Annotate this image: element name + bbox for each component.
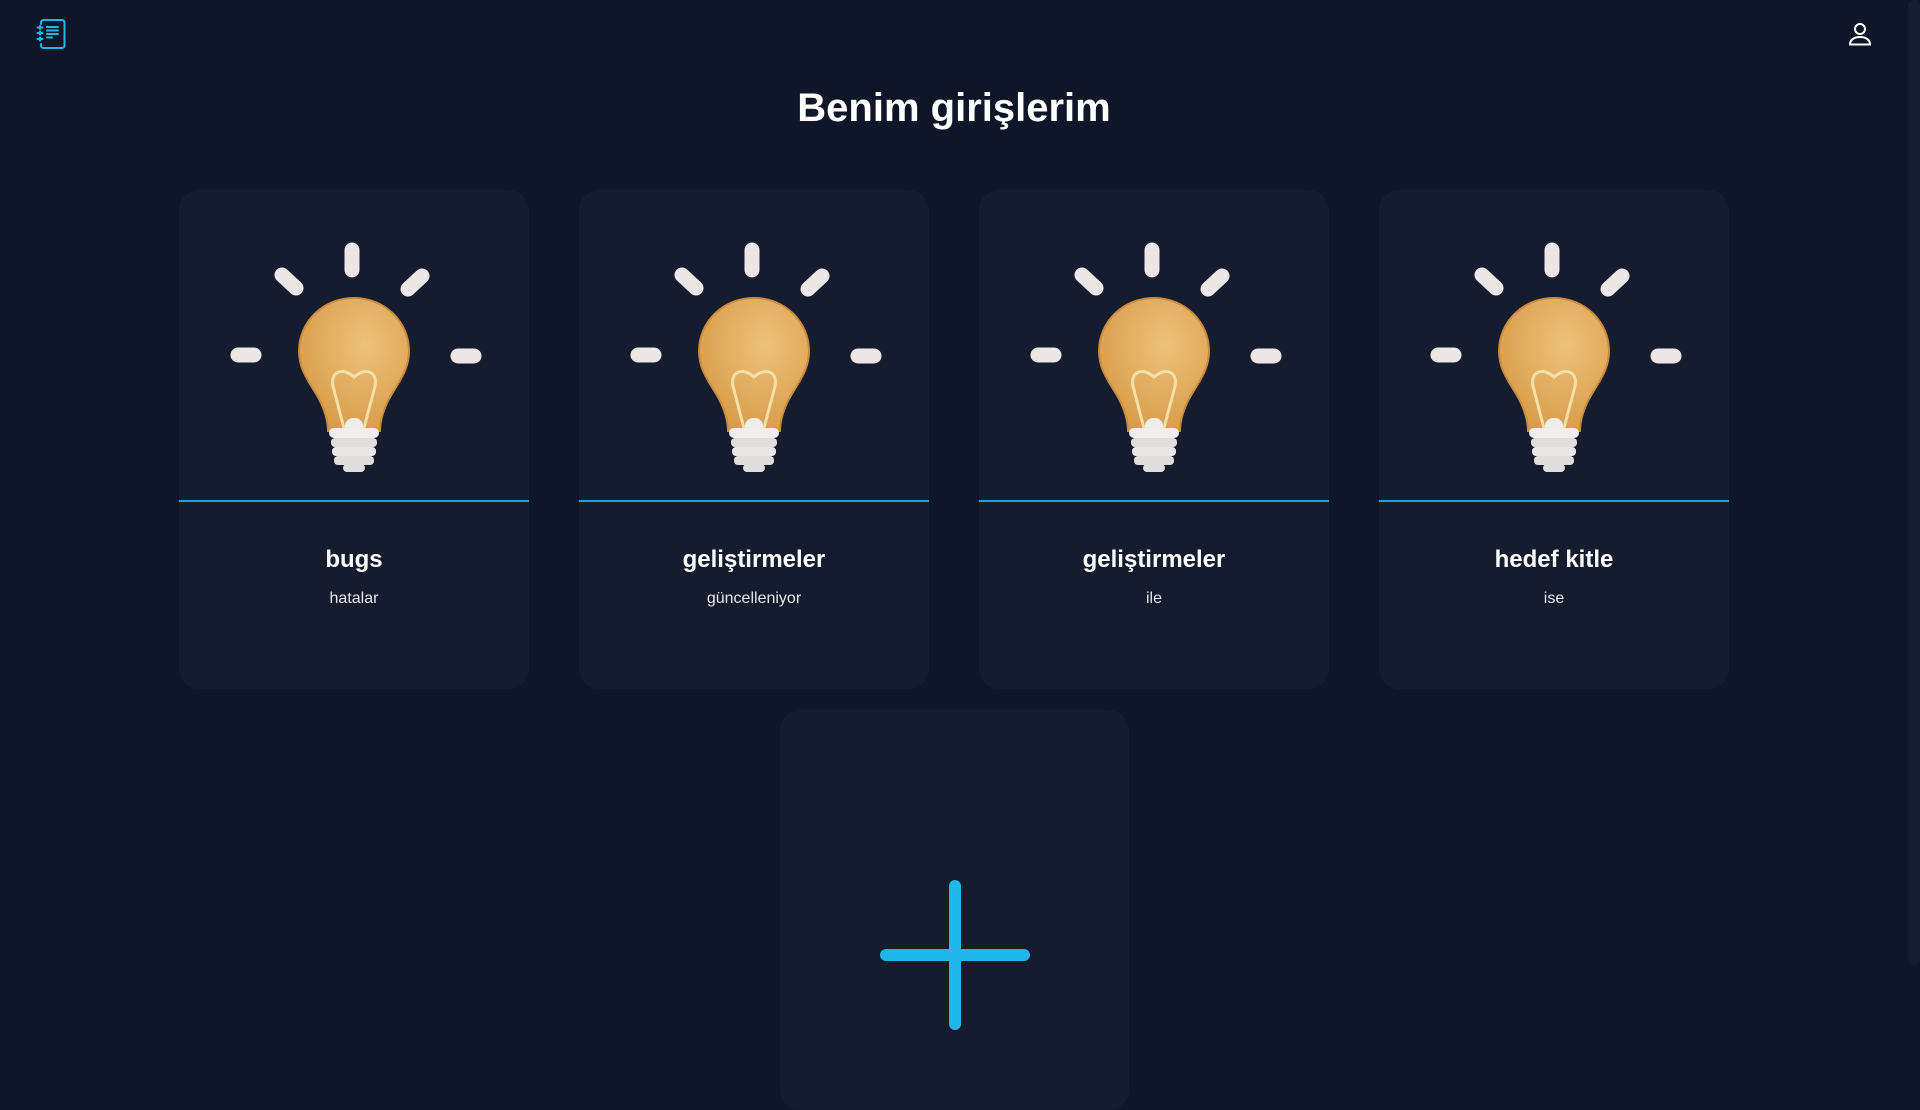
card-subtitle: ile	[1145, 590, 1162, 607]
page-title: Benim girişlerim	[797, 86, 1111, 130]
card-image	[179, 190, 529, 502]
card-image	[579, 190, 929, 502]
notebook-list-icon[interactable]	[36, 18, 68, 50]
entry-card[interactable]: bugs hatalar	[179, 190, 529, 689]
lightbulb-icon	[630, 242, 882, 472]
card-subtitle: hatalar	[329, 590, 379, 607]
lightbulb-icon	[1430, 242, 1682, 472]
scrollbar[interactable]	[1908, 0, 1920, 965]
card-image	[979, 190, 1329, 502]
card-title: hedef kitle	[1494, 546, 1614, 573]
entry-card[interactable]: geliştirmeler ile	[979, 190, 1329, 689]
card-title: geliştirmeler	[1082, 546, 1226, 573]
card-subtitle: güncelleniyor	[706, 590, 802, 607]
card-title: geliştirmeler	[682, 546, 826, 573]
card-title: bugs	[325, 546, 383, 573]
lightbulb-icon	[1030, 242, 1282, 472]
card-subtitle: ise	[1543, 590, 1565, 607]
entry-card[interactable]: geliştirmeler güncelleniyor	[579, 190, 929, 689]
user-icon[interactable]	[1846, 20, 1874, 48]
add-entry-card[interactable]	[780, 710, 1129, 1110]
card-image	[1379, 190, 1729, 502]
entry-card[interactable]: hedef kitle ise	[1379, 190, 1729, 689]
plus-icon	[880, 880, 1030, 1030]
lightbulb-icon	[230, 242, 482, 472]
